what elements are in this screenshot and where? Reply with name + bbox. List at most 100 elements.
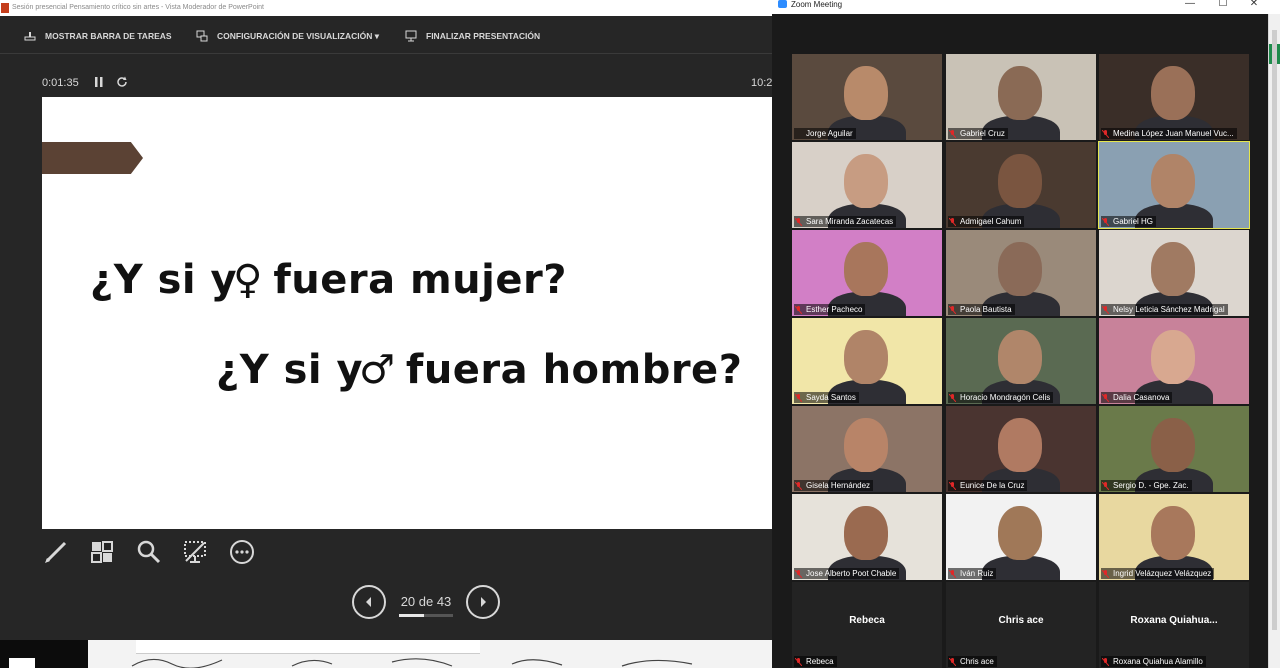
chevron-left-icon [366, 597, 371, 607]
participant-tile[interactable]: Jorge Aguilar [792, 54, 942, 140]
end-slideshow-label: FINALIZAR PRESENTACIÓN [426, 31, 541, 41]
black-screen-icon [184, 541, 206, 563]
muted-mic-icon [795, 570, 802, 578]
current-time: 10:2 [751, 77, 773, 89]
participant-tile[interactable]: Iván Ruiz [946, 494, 1096, 580]
muted-mic-icon [1102, 306, 1109, 314]
participant-name: Gabriel Cruz [948, 128, 1008, 139]
participant-tile[interactable]: Esther Pacheco [792, 230, 942, 316]
muted-mic-icon [949, 482, 956, 490]
participant-name: Eunice De la Cruz [948, 480, 1028, 491]
pen-icon [45, 541, 67, 563]
slide-line1-end: fuera mujer? [258, 257, 567, 303]
muted-mic-icon [1102, 658, 1109, 666]
slide-progress-fill [399, 614, 425, 617]
maximize-icon[interactable]: ☐ [1217, 0, 1229, 10]
magnifier-icon [137, 540, 161, 564]
zoom-meeting-window: Zoom Meeting — ☐ ✕ Jorge Aguilar Gabriel … [772, 0, 1280, 668]
participant-face [844, 330, 888, 384]
participant-name: Dalia Casanova [1101, 392, 1173, 403]
muted-mic-icon [949, 218, 956, 226]
participant-tile[interactable]: Sara Miranda Zacatecas [792, 142, 942, 228]
powerpoint-title-bar: Sesión presencial Pensamiento crítico si… [0, 0, 772, 16]
participant-tile[interactable]: Roxana Quiahua... Roxana Quiahua Alamillo [1099, 582, 1249, 668]
more-options-button[interactable] [228, 538, 256, 566]
display-settings-icon [196, 30, 208, 42]
participant-face [1151, 242, 1195, 296]
participant-tile[interactable]: Jose Alberto Poot Chable [792, 494, 942, 580]
muted-mic-icon [795, 218, 802, 226]
participant-name: Jorge Aguilar [794, 128, 856, 139]
restart-timer-icon[interactable] [116, 76, 128, 88]
participant-tile[interactable]: Admigael Cahum [946, 142, 1096, 228]
pause-icon[interactable] [95, 77, 103, 87]
participant-tile[interactable]: Medina López Juan Manuel Vuc... [1099, 54, 1249, 140]
participant-name: Roxana Quiahua Alamillo [1101, 656, 1206, 667]
muted-mic-icon [949, 658, 956, 666]
participant-display-name: Rebeca [849, 615, 885, 626]
participant-tile[interactable]: Gabriel HG [1098, 141, 1250, 229]
participant-name: Sergio D. - Gpe. Zac. [1101, 480, 1192, 491]
participant-name: Nelsy Leticia Sánchez Madrigal [1101, 304, 1228, 315]
participant-face [998, 242, 1042, 296]
zoom-scrollbar[interactable] [1268, 14, 1280, 668]
participant-name: Horacio Mondragón Celis [948, 392, 1054, 403]
participant-tile[interactable]: Gabriel Cruz [946, 54, 1096, 140]
see-all-slides-button[interactable] [88, 538, 116, 566]
muted-mic-icon [795, 658, 802, 666]
presenter-toolbar: MOSTRAR BARRA DE TAREAS CONFIGURACIÓN DE… [0, 16, 772, 54]
powerpoint-window-title: Sesión presencial Pensamiento crítico si… [12, 4, 264, 11]
slide-progress-bar [399, 614, 453, 617]
slide-question-man: ¿Y si y♂ fuera hombre? [216, 347, 742, 393]
display-settings-button[interactable]: CONFIGURACIÓN DE VISUALIZACIÓN ▾ [196, 26, 379, 46]
taskbar-icon [24, 32, 36, 41]
muted-mic-icon [949, 394, 956, 402]
participant-name: Admigael Cahum [948, 216, 1025, 227]
participant-tile[interactable]: Horacio Mondragón Celis [946, 318, 1096, 404]
elapsed-timer: 0:01:35 [42, 77, 79, 89]
participant-face [998, 330, 1042, 384]
zoom-logo-icon [778, 0, 787, 8]
powerpoint-presenter-view: Sesión presencial Pensamiento crítico si… [0, 0, 772, 668]
participant-tile[interactable]: Paola Bautista [946, 230, 1096, 316]
participant-face [844, 506, 888, 560]
participant-tile[interactable]: Sergio D. - Gpe. Zac. [1099, 406, 1249, 492]
participant-tile[interactable]: Eunice De la Cruz [946, 406, 1096, 492]
participant-face [998, 66, 1042, 120]
participant-face [998, 154, 1042, 208]
participant-tile[interactable]: Nelsy Leticia Sánchez Madrigal [1099, 230, 1249, 316]
close-icon[interactable]: ✕ [1248, 0, 1260, 10]
end-slideshow-button[interactable]: FINALIZAR PRESENTACIÓN [405, 26, 540, 46]
participant-face [998, 506, 1042, 560]
current-slide[interactable]: ¿Y si y♀ fuera mujer? ¿Y si y♂ fuera hom… [42, 97, 772, 529]
participant-tile[interactable]: Gisela Hernández [792, 406, 942, 492]
slide-navigation: 20 de 43 [352, 585, 502, 621]
muted-mic-icon [1102, 482, 1109, 490]
scrollbar-thumb[interactable] [1272, 30, 1277, 630]
previous-slide-button[interactable] [352, 585, 386, 619]
taskbar-corner [0, 640, 88, 668]
muted-mic-icon [949, 306, 956, 314]
participant-face [998, 418, 1042, 472]
participant-name: Gabriel HG [1101, 216, 1157, 227]
powerpoint-logo-icon [1, 3, 9, 13]
participant-tile[interactable]: Rebeca Rebeca [792, 582, 942, 668]
pen-tool-button[interactable] [42, 538, 70, 566]
participant-name: Gisela Hernández [794, 480, 874, 491]
muted-mic-icon [1102, 130, 1109, 138]
minimize-icon[interactable]: — [1184, 0, 1196, 10]
zoom-window-title: Zoom Meeting [791, 0, 843, 9]
participant-face [1151, 506, 1195, 560]
slide-arrow-shape [42, 142, 143, 174]
show-taskbar-button[interactable]: MOSTRAR BARRA DE TAREAS [24, 26, 172, 46]
participant-name: Ingrid Velázquez Velázquez [1101, 568, 1215, 579]
participant-face [1151, 66, 1195, 120]
participant-tile[interactable]: Ingrid Velázquez Velázquez [1099, 494, 1249, 580]
zoom-slide-button[interactable] [135, 538, 163, 566]
participant-tile[interactable]: Sayda Santos [792, 318, 942, 404]
participant-face [844, 418, 888, 472]
participant-tile[interactable]: Dalia Casanova [1099, 318, 1249, 404]
black-screen-button[interactable] [181, 538, 209, 566]
next-slide-button[interactable] [466, 585, 500, 619]
participant-tile[interactable]: Chris ace Chris ace [946, 582, 1096, 668]
